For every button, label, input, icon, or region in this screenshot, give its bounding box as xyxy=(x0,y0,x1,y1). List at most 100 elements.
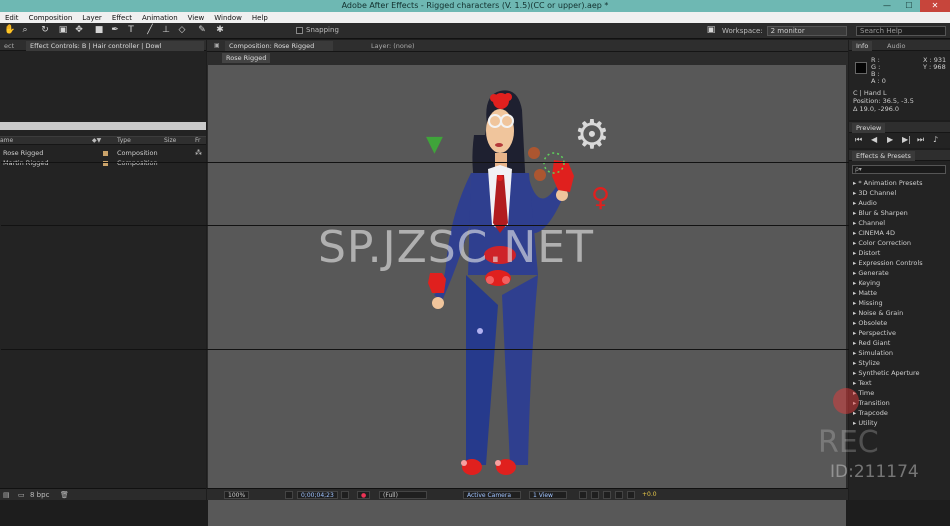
exposure-value[interactable]: +0.0 xyxy=(639,491,660,499)
composition-viewer[interactable]: ▼ ⚙ ♀ xyxy=(1,65,851,526)
roto-brush-icon[interactable]: ✎ xyxy=(197,25,207,36)
menu-window[interactable]: Window xyxy=(209,14,247,22)
menu-edit[interactable]: Edit xyxy=(0,14,24,22)
workspace-select[interactable]: 2 monitor xyxy=(766,26,847,36)
puppet-tool-icon[interactable]: ✱ xyxy=(215,25,225,36)
mask-tool-icon[interactable]: ■ xyxy=(94,25,104,36)
type-tool-icon[interactable]: T xyxy=(126,25,136,36)
effects-category-item[interactable]: ▸ Noise & Grain xyxy=(853,308,903,318)
col-size[interactable]: Size xyxy=(164,137,176,145)
effects-category-item[interactable]: ▸ CINEMA 4D xyxy=(853,228,895,238)
hand-tool-icon[interactable]: ✋ xyxy=(4,25,15,36)
menu-layer[interactable]: Layer xyxy=(77,14,107,22)
effects-category-item[interactable]: ▸ Stylize xyxy=(853,358,880,368)
play-icon[interactable]: ▶ xyxy=(887,135,893,145)
pan-behind-tool-icon[interactable]: ✥ xyxy=(74,25,84,36)
camera-tool-icon[interactable]: ▣ xyxy=(58,25,68,36)
effects-category-item[interactable]: ▸ Simulation xyxy=(853,348,893,358)
body-controller-icon[interactable]: ♀ xyxy=(591,183,610,213)
snapping-checkbox[interactable] xyxy=(296,26,303,34)
search-help-input[interactable]: Search Help xyxy=(856,26,946,36)
menu-help[interactable]: Help xyxy=(247,14,273,22)
rotate-tool-icon[interactable]: ↻ xyxy=(40,25,50,36)
new-folder-icon[interactable]: ▭ xyxy=(18,491,25,499)
col-frame[interactable]: Fr xyxy=(195,137,200,145)
project-row[interactable]: Martin Rigged Composition xyxy=(0,158,206,168)
expand-toolbar-icon[interactable]: ▣ xyxy=(706,25,716,36)
close-button[interactable]: ✕ xyxy=(920,0,950,12)
effects-category-item[interactable]: ▸ Matte xyxy=(853,288,877,298)
next-frame-icon[interactable]: ▶| xyxy=(902,135,911,145)
audio-toggle-icon[interactable]: ♪ xyxy=(933,135,938,145)
effects-category-item[interactable]: ▸ Text xyxy=(853,378,872,388)
effects-category-item[interactable]: ▸ Generate xyxy=(853,268,889,278)
tab-info[interactable]: Info xyxy=(852,41,873,51)
snapshot-icon[interactable] xyxy=(341,491,349,499)
tab-project[interactable]: ect xyxy=(0,41,18,51)
guide-line xyxy=(1,162,851,163)
grid-toggle-icon[interactable] xyxy=(285,491,293,499)
effects-category-item[interactable]: ▸ Perspective xyxy=(853,328,896,338)
resolution-select[interactable]: (Full) xyxy=(379,491,427,499)
eraser-tool-icon[interactable]: ◇ xyxy=(177,25,187,36)
tab-preview[interactable]: Preview xyxy=(852,123,886,133)
effects-category-item[interactable]: ▸ Distort xyxy=(853,248,880,258)
timeline-icon[interactable] xyxy=(603,491,611,499)
effects-category-item[interactable]: ▸ Channel xyxy=(853,218,885,228)
menu-composition[interactable]: Composition xyxy=(24,14,78,22)
effects-category-item[interactable]: ▸ Missing xyxy=(853,298,883,308)
tab-effect-controls[interactable]: Effect Controls: B | Hair controller | D… xyxy=(26,41,204,51)
timecode-display[interactable]: 0;00;04;23 xyxy=(297,491,338,499)
comp-navigator-tab[interactable]: Rose Rigged xyxy=(222,53,271,63)
menu-effect[interactable]: Effect xyxy=(107,14,137,22)
effects-category-item[interactable]: ▸ Trapcode xyxy=(853,408,888,418)
flowchart-view-icon[interactable] xyxy=(615,491,623,499)
fast-preview-icon[interactable] xyxy=(591,491,599,499)
gear-icon[interactable]: ⚙ xyxy=(574,115,610,155)
effects-category-item[interactable]: ▸ Color Correction xyxy=(853,238,911,248)
color-channel-icon[interactable]: ● xyxy=(357,491,371,499)
toggle-pixel-icon[interactable] xyxy=(579,491,587,499)
effects-category-item[interactable]: ▸ Red Giant xyxy=(853,338,890,348)
interpret-footage-icon[interactable]: ▤ xyxy=(3,491,10,499)
effects-category-item[interactable]: ▸ Obsolete xyxy=(853,318,887,328)
view-layout-select[interactable]: 1 View xyxy=(529,491,567,499)
last-frame-icon[interactable]: ⏭ xyxy=(917,135,924,145)
effects-category-item[interactable]: ▸ Blur & Sharpen xyxy=(853,208,908,218)
col-type[interactable]: Type xyxy=(117,137,131,145)
effects-category-item[interactable]: ▸ * Animation Presets xyxy=(853,178,923,188)
prev-frame-icon[interactable]: ◀ xyxy=(871,135,877,145)
bpc-label[interactable]: 8 bpc xyxy=(30,491,49,499)
zoom-tool-icon[interactable]: ⌕ xyxy=(20,25,30,36)
menu-view[interactable]: View xyxy=(183,14,210,22)
tab-composition[interactable]: Composition: Rose Rigged xyxy=(225,41,333,51)
tab-effects-presets[interactable]: Effects & Presets xyxy=(852,151,915,161)
pen-tool-icon[interactable]: ✒ xyxy=(110,25,120,36)
camera-select[interactable]: Active Camera xyxy=(463,491,521,499)
trash-icon[interactable]: 🗑 xyxy=(60,491,69,499)
maximize-button[interactable]: ☐ xyxy=(898,0,920,12)
tab-audio[interactable]: Audio xyxy=(883,41,909,51)
clone-tool-icon[interactable]: ⊥ xyxy=(161,25,171,36)
brush-tool-icon[interactable]: ╱ xyxy=(145,25,155,36)
menu-animation[interactable]: Animation xyxy=(137,14,183,22)
effects-category-item[interactable]: ▸ Audio xyxy=(853,198,877,208)
effects-category-item[interactable]: ▸ Expression Controls xyxy=(853,258,923,268)
tie-controller-icon[interactable]: ▼ xyxy=(426,132,443,157)
effects-category-item[interactable]: ▸ Keying xyxy=(853,278,880,288)
tab-layer[interactable]: Layer: (none) xyxy=(367,41,419,51)
effects-category-item[interactable]: ▸ Synthetic Aperture xyxy=(853,368,920,378)
first-frame-icon[interactable]: ⏮ xyxy=(855,135,862,145)
reset-exposure-icon[interactable] xyxy=(627,491,635,499)
effects-search-input[interactable]: ρ▾ xyxy=(852,165,946,174)
snapping-control[interactable]: Snapping xyxy=(296,26,339,34)
project-search-bar[interactable] xyxy=(0,122,206,130)
label-col-icon[interactable]: ◆▼ xyxy=(92,137,101,145)
project-row[interactable]: Rose Rigged Composition ⁂ xyxy=(0,148,206,158)
flowchart-icon[interactable]: ⁂ xyxy=(195,148,202,158)
magnification-select[interactable]: 100% xyxy=(224,491,250,499)
effects-category-item[interactable]: ▸ 3D Channel xyxy=(853,188,896,198)
lock-icon[interactable]: ▣ xyxy=(210,41,224,51)
minimize-button[interactable]: — xyxy=(876,0,898,12)
col-name[interactable]: ame xyxy=(0,137,13,145)
